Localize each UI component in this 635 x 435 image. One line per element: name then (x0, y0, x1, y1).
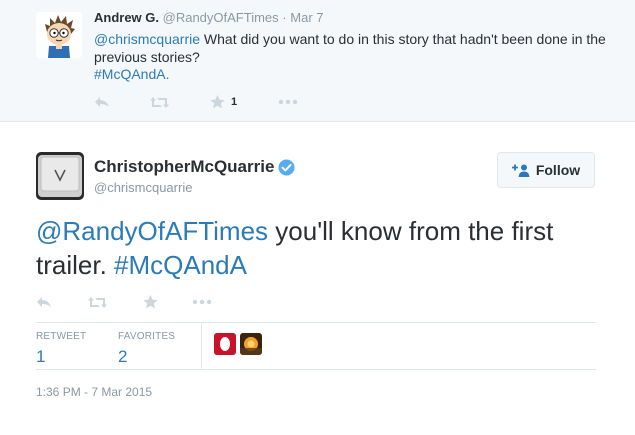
favoriter-avatar[interactable] (214, 333, 236, 355)
retweet-stat[interactable]: RETWEET 1 (36, 331, 86, 367)
reply-icon (37, 297, 51, 307)
parent-author-handle[interactable]: @RandyOfAFTimes (163, 10, 279, 25)
favoriter-avatar[interactable] (240, 333, 262, 355)
parent-header: Andrew G. @RandyOfAFTimes · Mar 7 (94, 10, 324, 25)
tweet-stats: RETWEET 1 FAVORITES 2 (36, 322, 596, 370)
favoriter-avatars (214, 333, 262, 355)
follow-button[interactable]: Follow (497, 152, 595, 188)
reply-button[interactable] (94, 92, 110, 112)
tweet-timestamp[interactable]: 1:36 PM - 7 Mar 2015 (36, 385, 152, 399)
favorite-icon (143, 295, 158, 309)
parent-favorite-count: 1 (231, 96, 238, 108)
retweet-stat-label: RETWEET (36, 331, 87, 342)
favorite-icon (210, 95, 225, 109)
favorite-button[interactable] (143, 292, 158, 312)
reply-icon (95, 97, 109, 107)
more-icon (278, 99, 298, 105)
retweet-count[interactable]: 1 (36, 347, 86, 367)
favorite-button[interactable]: 1 (210, 92, 237, 112)
retweet-icon (150, 96, 169, 108)
mention-link[interactable]: @RandyOfAFTimes (36, 216, 268, 246)
parent-tweet-text: @chrismcquarrie What did you want to do … (94, 30, 614, 66)
parent-action-bar: 1 (94, 92, 314, 112)
favorites-stat[interactable]: FAVORITES 2 (118, 331, 175, 367)
parent-avatar[interactable] (36, 12, 82, 58)
follow-button-label: Follow (535, 162, 581, 178)
more-icon (192, 299, 212, 305)
retweet-button[interactable] (88, 292, 107, 312)
author-avatar[interactable] (36, 152, 84, 200)
add-user-icon (511, 164, 530, 177)
favorites-stat-label: FAVORITES (118, 331, 176, 342)
favorites-count[interactable]: 2 (118, 347, 175, 367)
tweet-text: @RandyOfAFTimes you'll know from the fir… (36, 214, 606, 282)
parent-author-name[interactable]: Andrew G. (94, 10, 159, 25)
parent-tweet[interactable]: Andrew G. @RandyOfAFTimes · Mar 7 @chris… (0, 0, 635, 122)
author-name[interactable]: ChristopherMcQuarrie (94, 157, 274, 177)
parent-date[interactable]: Mar 7 (290, 10, 323, 25)
more-button[interactable] (278, 92, 298, 112)
parent-hashtag-link[interactable]: #McQAndA. (94, 66, 169, 82)
tweet-action-bar (36, 292, 256, 312)
verified-badge-icon (278, 159, 295, 176)
header-separator: · (282, 10, 287, 25)
parent-mention-link[interactable]: @chrismcquarrie (94, 31, 200, 47)
stats-divider (201, 323, 202, 370)
retweet-button[interactable] (150, 92, 169, 112)
hashtag-link[interactable]: #McQAndA (114, 250, 247, 280)
retweet-icon (88, 296, 107, 308)
author-handle[interactable]: @chrismcquarrie (94, 180, 192, 195)
more-button[interactable] (192, 292, 212, 312)
author-name-row: ChristopherMcQuarrie (94, 157, 295, 177)
reply-button[interactable] (36, 292, 52, 312)
